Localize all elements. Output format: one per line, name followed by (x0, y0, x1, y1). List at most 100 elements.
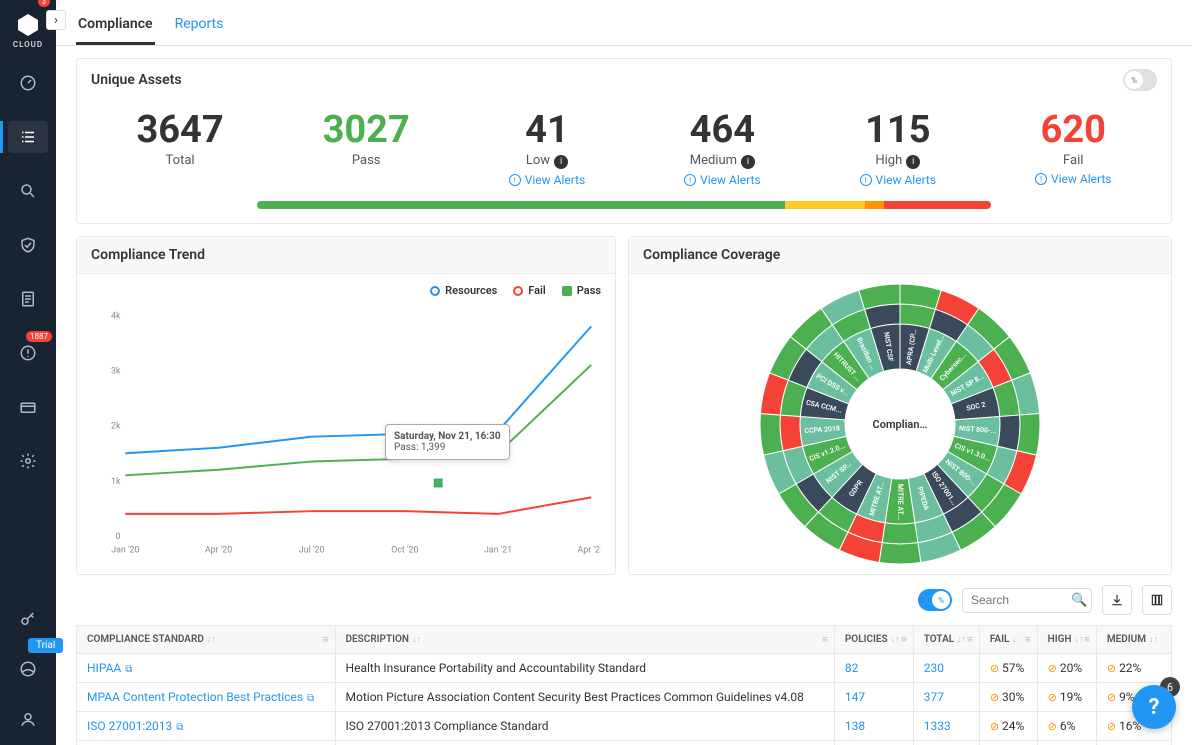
std-link[interactable]: HIPAA (87, 661, 121, 675)
cell-total[interactable]: 230 (924, 661, 944, 675)
nav-dashboard-icon[interactable] (8, 67, 48, 99)
low-view-alerts[interactable]: !View Alerts (509, 173, 586, 187)
cell-policies[interactable]: 147 (845, 690, 865, 704)
compliance-trend-panel: Compliance Trend Resources Fail Pass Sat… (76, 236, 616, 575)
download-button[interactable] (1102, 585, 1132, 615)
cell-medium: ⊘13% (1096, 741, 1171, 745)
alert-icon: ! (684, 174, 696, 186)
info-icon[interactable]: i (741, 155, 755, 169)
std-link[interactable]: MPAA Content Protection Best Practices (87, 690, 303, 704)
col-menu-icon[interactable]: ≡ (1084, 634, 1090, 645)
help-fab[interactable]: ? (1132, 685, 1176, 729)
nav-shield-icon[interactable] (8, 229, 48, 261)
nav-document-icon[interactable] (8, 283, 48, 315)
medium-view-alerts[interactable]: !View Alerts (684, 173, 761, 187)
main-content: Compliance Reports Unique Assets % 3647 … (56, 0, 1192, 745)
warning-icon: ⊘ (1107, 720, 1116, 733)
stat-low-label: Low (526, 153, 550, 168)
col-menu-icon[interactable]: ≡ (967, 634, 973, 645)
cell-high: ⊘3% (1037, 741, 1096, 745)
nav-support-icon[interactable] (8, 653, 48, 685)
info-icon[interactable]: i (554, 155, 568, 169)
sidebar-expand-button[interactable]: › (46, 10, 66, 30)
col-standard[interactable]: COMPLIANCE STANDARD↓↑≡ (77, 626, 336, 654)
svg-text:Oct '20: Oct '20 (391, 546, 418, 556)
cell-fail: ⊘57% (979, 654, 1037, 683)
stat-low-value: 41 (509, 111, 586, 149)
high-view-alerts[interactable]: !View Alerts (860, 173, 937, 187)
nav-settings-icon[interactable] (8, 445, 48, 477)
nav-alerts-icon[interactable]: 1887 (8, 337, 48, 369)
svg-text:Jan '21: Jan '21 (484, 546, 512, 556)
sidebar: › 3 CLOUD 1887 Trial (0, 0, 56, 745)
table-row[interactable]: HIPAA⧉ Health Insurance Portability and … (77, 654, 1172, 683)
alerts-badge: 1887 (26, 331, 52, 342)
bar-segment-low (778, 201, 785, 209)
col-policies[interactable]: POLICIES↓↑≡ (834, 626, 913, 654)
warning-icon: ⊘ (990, 691, 999, 704)
col-menu-icon[interactable]: ≡ (822, 634, 828, 645)
col-menu-icon[interactable]: ≡ (901, 634, 907, 645)
nav-card-icon[interactable] (8, 391, 48, 423)
legend-fail[interactable]: Fail (513, 284, 546, 297)
percent-toggle-table[interactable]: % (918, 589, 952, 611)
legend-pass[interactable]: Pass (562, 284, 601, 297)
col-menu-icon[interactable]: ≡ (1025, 634, 1031, 645)
cell-total[interactable]: 377 (924, 690, 944, 704)
compliance-table: COMPLIANCE STANDARD↓↑≡ DESCRIPTION↓↑≡ PO… (76, 625, 1172, 745)
tab-reports[interactable]: Reports (173, 10, 226, 45)
bar-segment-high (865, 201, 885, 209)
severity-bar-chart (257, 201, 991, 209)
table-row[interactable]: MPAA Content Protection Best Practices⧉ … (77, 683, 1172, 712)
col-medium[interactable]: MEDIUM↓↑ (1096, 626, 1171, 654)
table-search[interactable]: 🔍 (962, 588, 1092, 613)
alert-icon: ! (509, 174, 521, 186)
search-input[interactable] (971, 593, 1071, 607)
external-link-icon[interactable]: ⧉ (125, 664, 132, 675)
external-link-icon[interactable]: ⧉ (176, 722, 183, 733)
col-fail[interactable]: FAIL↓≡ (979, 626, 1037, 654)
bar-segment-fail (884, 201, 991, 209)
info-icon[interactable]: i (906, 155, 920, 169)
cell-total[interactable]: 1333 (924, 719, 951, 733)
col-description[interactable]: DESCRIPTION↓↑≡ (335, 626, 834, 654)
cell-description: ISO 27001:2013 Compliance Standard (335, 712, 834, 741)
nav-user-icon[interactable] (8, 703, 48, 735)
external-link-icon[interactable]: ⧉ (307, 693, 314, 704)
tab-compliance[interactable]: Compliance (76, 10, 155, 45)
cell-high: ⊘20% (1037, 654, 1096, 683)
percent-toggle-top[interactable]: % (1123, 69, 1157, 91)
alert-icon: ! (1035, 173, 1047, 185)
stat-pass-label: Pass (323, 153, 410, 168)
svg-text:2k: 2k (111, 422, 121, 432)
nav-list-icon[interactable] (8, 121, 48, 153)
col-total[interactable]: TOTAL↓↑≡ (913, 626, 979, 654)
col-menu-icon[interactable]: ≡ (323, 634, 329, 645)
table-row[interactable]: NIST SP 800-172⧉ NIST Special Publicatio… (77, 741, 1172, 745)
stat-total-label: Total (136, 153, 223, 168)
cell-policies[interactable]: 82 (845, 661, 859, 675)
cell-fail: ⊘24% (979, 712, 1037, 741)
sort-icon: ↓↑ (207, 635, 216, 645)
compliance-coverage-panel: Compliance Coverage APRA (CP...Multi-Lev… (628, 236, 1172, 575)
legend-resources[interactable]: Resources (430, 284, 497, 297)
nav-search-icon[interactable] (8, 175, 48, 207)
table-row[interactable]: ISO 27001:2013 ⧉ ISO 27001:2013 Complianc… (77, 712, 1172, 741)
svg-text:Jul '20: Jul '20 (299, 546, 325, 556)
fail-view-alerts[interactable]: !View Alerts (1035, 172, 1112, 186)
alert-icon: ! (860, 174, 872, 186)
stat-pass-value: 3027 (323, 111, 410, 149)
columns-button[interactable] (1142, 585, 1172, 615)
std-link[interactable]: ISO 27001:2013 (87, 719, 172, 733)
nav-key-icon[interactable] (8, 603, 48, 635)
cell-high: ⊘6% (1037, 712, 1096, 741)
svg-text:1k: 1k (111, 477, 121, 487)
cell-description: Motion Picture Association Content Secur… (335, 683, 834, 712)
warning-icon: ⊘ (1048, 720, 1057, 733)
warning-icon: ⊘ (990, 720, 999, 733)
percent-toggle-knob: % (1125, 71, 1143, 89)
stat-medium-value: 464 (684, 111, 761, 149)
brand-name: CLOUD (13, 40, 43, 49)
col-high[interactable]: HIGH↓↑≡ (1037, 626, 1096, 654)
cell-policies[interactable]: 138 (845, 719, 865, 733)
